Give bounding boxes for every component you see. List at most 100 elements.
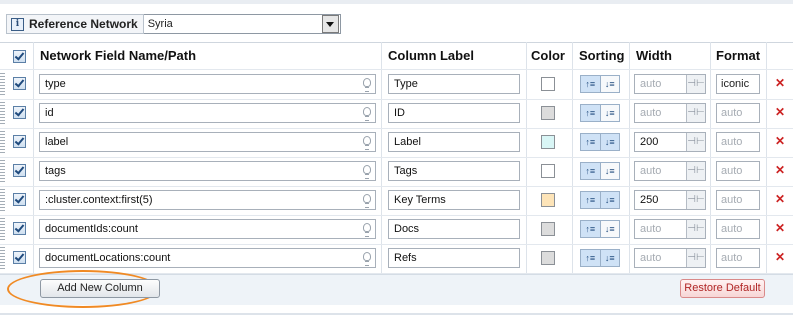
sort-descending-icon[interactable]: ↓≡ [599,163,620,179]
row-visible-checkbox[interactable] [13,77,26,90]
format-input[interactable]: iconic [716,74,760,94]
lightbulb-icon[interactable] [363,136,371,150]
width-input[interactable]: auto ⊣⊢ [634,161,706,181]
sorting-toggle[interactable]: ↑≡ ↓≡ [580,220,620,238]
row-drag-handle[interactable] [0,102,5,124]
add-new-column-button[interactable]: Add New Column [40,279,160,298]
sorting-toggle[interactable]: ↑≡ ↓≡ [580,162,620,180]
field-path-input[interactable]: type [39,74,376,94]
column-label-input[interactable]: Type [388,74,520,94]
lightbulb-icon[interactable] [363,194,371,208]
row-visible-checkbox[interactable] [13,135,26,148]
row-visible-checkbox[interactable] [13,164,26,177]
width-stepper-icon[interactable]: ⊣⊢ [686,133,705,151]
field-path-input[interactable]: documentIds:count [39,219,376,239]
width-input[interactable]: 250 ⊣⊢ [634,190,706,210]
column-label-input[interactable]: ID [388,103,520,123]
sort-descending-icon[interactable]: ↓≡ [599,105,620,121]
color-swatch[interactable] [541,251,555,265]
row-drag-handle[interactable] [0,218,5,240]
field-path-input[interactable]: :cluster.context:first(5) [39,190,376,210]
format-input[interactable]: auto [716,132,760,152]
sorting-toggle[interactable]: ↑≡ ↓≡ [580,75,620,93]
color-swatch[interactable] [541,77,555,91]
format-input[interactable]: auto [716,219,760,239]
row-visible-checkbox[interactable] [13,251,26,264]
color-swatch[interactable] [541,222,555,236]
width-stepper-icon[interactable]: ⊣⊢ [686,191,705,209]
column-label-input[interactable]: Key Terms [388,190,520,210]
color-swatch[interactable] [541,135,555,149]
sorting-toggle[interactable]: ↑≡ ↓≡ [580,104,620,122]
color-swatch[interactable] [541,193,555,207]
lightbulb-icon[interactable] [363,165,371,179]
info-icon[interactable]: i [11,17,24,31]
width-input[interactable]: auto ⊣⊢ [634,219,706,239]
lightbulb-icon[interactable] [363,252,371,266]
field-path-input[interactable]: id [39,103,376,123]
row-visible-checkbox[interactable] [13,193,26,206]
close-icon[interactable]: ✕ [775,251,785,263]
format-input[interactable]: auto [716,248,760,268]
sort-ascending-icon[interactable]: ↑≡ [581,163,600,179]
sorting-toggle[interactable]: ↑≡ ↓≡ [580,249,620,267]
column-label-input[interactable]: Refs [388,248,520,268]
close-icon[interactable]: ✕ [775,135,785,147]
column-label-input[interactable]: Docs [388,219,520,239]
sort-ascending-icon[interactable]: ↑≡ [581,105,600,121]
sorting-toggle[interactable]: ↑≡ ↓≡ [580,133,620,151]
sort-ascending-icon[interactable]: ↑≡ [581,250,600,266]
sort-ascending-icon[interactable]: ↑≡ [581,192,600,208]
format-input[interactable]: auto [716,161,760,181]
select-all-checkbox[interactable] [13,50,26,63]
width-input[interactable]: auto ⊣⊢ [634,248,706,268]
column-label-input[interactable]: Label [388,132,520,152]
lightbulb-icon[interactable] [363,107,371,121]
column-label-input[interactable]: Tags [388,161,520,181]
width-stepper-icon[interactable]: ⊣⊢ [686,75,705,93]
reference-network-select[interactable]: Syria [143,14,341,34]
width-stepper-icon[interactable]: ⊣⊢ [686,104,705,122]
close-icon[interactable]: ✕ [775,164,785,176]
width-input[interactable]: auto ⊣⊢ [634,74,706,94]
width-input[interactable]: auto ⊣⊢ [634,103,706,123]
width-stepper-icon[interactable]: ⊣⊢ [686,220,705,238]
sorting-toggle[interactable]: ↑≡ ↓≡ [580,191,620,209]
sort-descending-icon[interactable]: ↓≡ [599,250,619,266]
lightbulb-icon[interactable] [363,78,371,92]
row-drag-handle[interactable] [0,189,5,211]
close-icon[interactable]: ✕ [775,193,785,205]
lightbulb-icon[interactable] [363,223,371,237]
row-divider [0,99,793,100]
field-path-input[interactable]: tags [39,161,376,181]
width-input[interactable]: 200 ⊣⊢ [634,132,706,152]
row-drag-handle[interactable] [0,160,5,182]
sort-descending-icon[interactable]: ↓≡ [599,192,619,208]
field-path-input[interactable]: documentLocations:count [39,248,376,268]
row-divider [0,128,793,129]
sort-descending-icon[interactable]: ↓≡ [599,221,620,237]
sort-descending-icon[interactable]: ↓≡ [599,134,619,150]
format-input[interactable]: auto [716,190,760,210]
close-icon[interactable]: ✕ [775,222,785,234]
width-stepper-icon[interactable]: ⊣⊢ [686,162,705,180]
close-icon[interactable]: ✕ [775,106,785,118]
row-drag-handle[interactable] [0,73,5,95]
width-stepper-icon[interactable]: ⊣⊢ [686,249,705,267]
row-drag-handle[interactable] [0,131,5,153]
chevron-down-icon[interactable] [321,15,339,33]
column-divider [526,42,527,274]
row-visible-checkbox[interactable] [13,222,26,235]
sort-ascending-icon[interactable]: ↑≡ [581,76,600,92]
field-path-input[interactable]: label [39,132,376,152]
close-icon[interactable]: ✕ [775,77,785,89]
color-swatch[interactable] [541,106,555,120]
row-visible-checkbox[interactable] [13,106,26,119]
sort-ascending-icon[interactable]: ↑≡ [581,221,600,237]
sort-descending-icon[interactable]: ↓≡ [599,76,620,92]
format-input[interactable]: auto [716,103,760,123]
sort-ascending-icon[interactable]: ↑≡ [581,134,600,150]
color-swatch[interactable] [541,164,555,178]
row-drag-handle[interactable] [0,247,5,269]
restore-default-button[interactable]: Restore Default [680,279,765,298]
